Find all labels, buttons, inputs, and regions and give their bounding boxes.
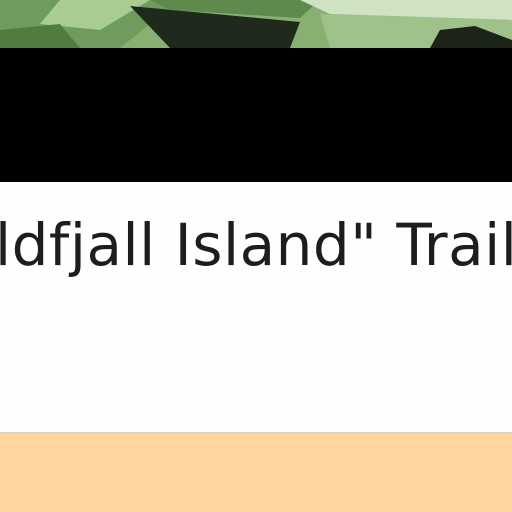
page: ldfjall Island" Traile xyxy=(0,0,512,512)
footer-bar xyxy=(0,434,512,512)
thumbnail-scene xyxy=(0,0,512,48)
video-player[interactable] xyxy=(0,48,512,182)
video-title[interactable]: ldfjall Island" Traile xyxy=(0,210,512,280)
video-title-container: ldfjall Island" Traile xyxy=(0,182,512,432)
video-thumbnail[interactable] xyxy=(0,0,512,48)
